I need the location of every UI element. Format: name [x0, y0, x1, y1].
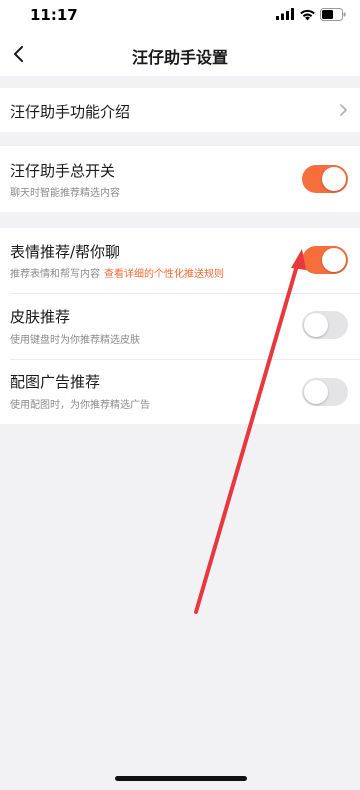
battery-icon [320, 8, 346, 21]
settings-card: 表情推荐/帮你聊 推荐表情和帮写内容 查看详细的个性化推送规则 皮肤推荐 使用键盘… [0, 228, 360, 424]
personalized-push-rules-link[interactable]: 查看详细的个性化推送规则 [104, 269, 224, 280]
intro-row[interactable]: 汪仔助手功能介绍 [0, 88, 360, 132]
setting-row-skin: 皮肤推荐 使用键盘时为你推荐精选皮肤 [0, 294, 360, 359]
skin-recommend-title: 皮肤推荐 [10, 308, 71, 326]
setting-row-sticker: 表情推荐/帮你聊 推荐表情和帮写内容 查看详细的个性化推送规则 [0, 228, 360, 293]
status-bar: 11:17 [0, 0, 360, 32]
toggle-knob [322, 248, 346, 272]
home-indicator [115, 776, 247, 781]
toggle-knob [322, 167, 346, 191]
sticker-recommend-title: 表情推荐/帮你聊 [10, 243, 121, 261]
master-switch-toggle[interactable] [302, 165, 348, 193]
status-time: 11:17 [30, 6, 78, 24]
image-ad-recommend-toggle[interactable] [302, 378, 348, 406]
image-ad-recommend-title: 配图广告推荐 [10, 373, 101, 391]
image-ad-recommend-subtitle: 使用配图时，为你推荐精选广告 [10, 400, 150, 411]
skin-recommend-toggle[interactable] [302, 311, 348, 339]
sticker-recommend-toggle[interactable] [302, 246, 348, 274]
chevron-right-icon [340, 104, 347, 116]
intro-label: 汪仔助手功能介绍 [10, 103, 131, 121]
master-card: 汪仔助手总开关 聊天时智能推荐精选内容 [0, 146, 360, 212]
master-switch-subtitle: 聊天时智能推荐精选内容 [10, 188, 120, 199]
wifi-icon [300, 9, 315, 21]
signal-icon [276, 8, 294, 20]
sticker-recommend-subtitle: 推荐表情和帮写内容 查看详细的个性化推送规则 [10, 265, 224, 280]
toggle-knob [304, 380, 328, 404]
toggle-knob [304, 313, 328, 337]
skin-recommend-subtitle: 使用键盘时为你推荐精选皮肤 [10, 335, 140, 346]
page-title: 汪仔助手设置 [131, 48, 228, 67]
sticker-recommend-desc: 推荐表情和帮写内容 [10, 269, 100, 280]
master-switch-row: 汪仔助手总开关 聊天时智能推荐精选内容 [0, 146, 360, 212]
master-switch-title: 汪仔助手总开关 [10, 162, 116, 180]
setting-row-ad: 配图广告推荐 使用配图时，为你推荐精选广告 [0, 360, 360, 424]
intro-card: 汪仔助手功能介绍 [0, 88, 360, 132]
nav-bar: 汪仔助手设置 [0, 32, 360, 76]
